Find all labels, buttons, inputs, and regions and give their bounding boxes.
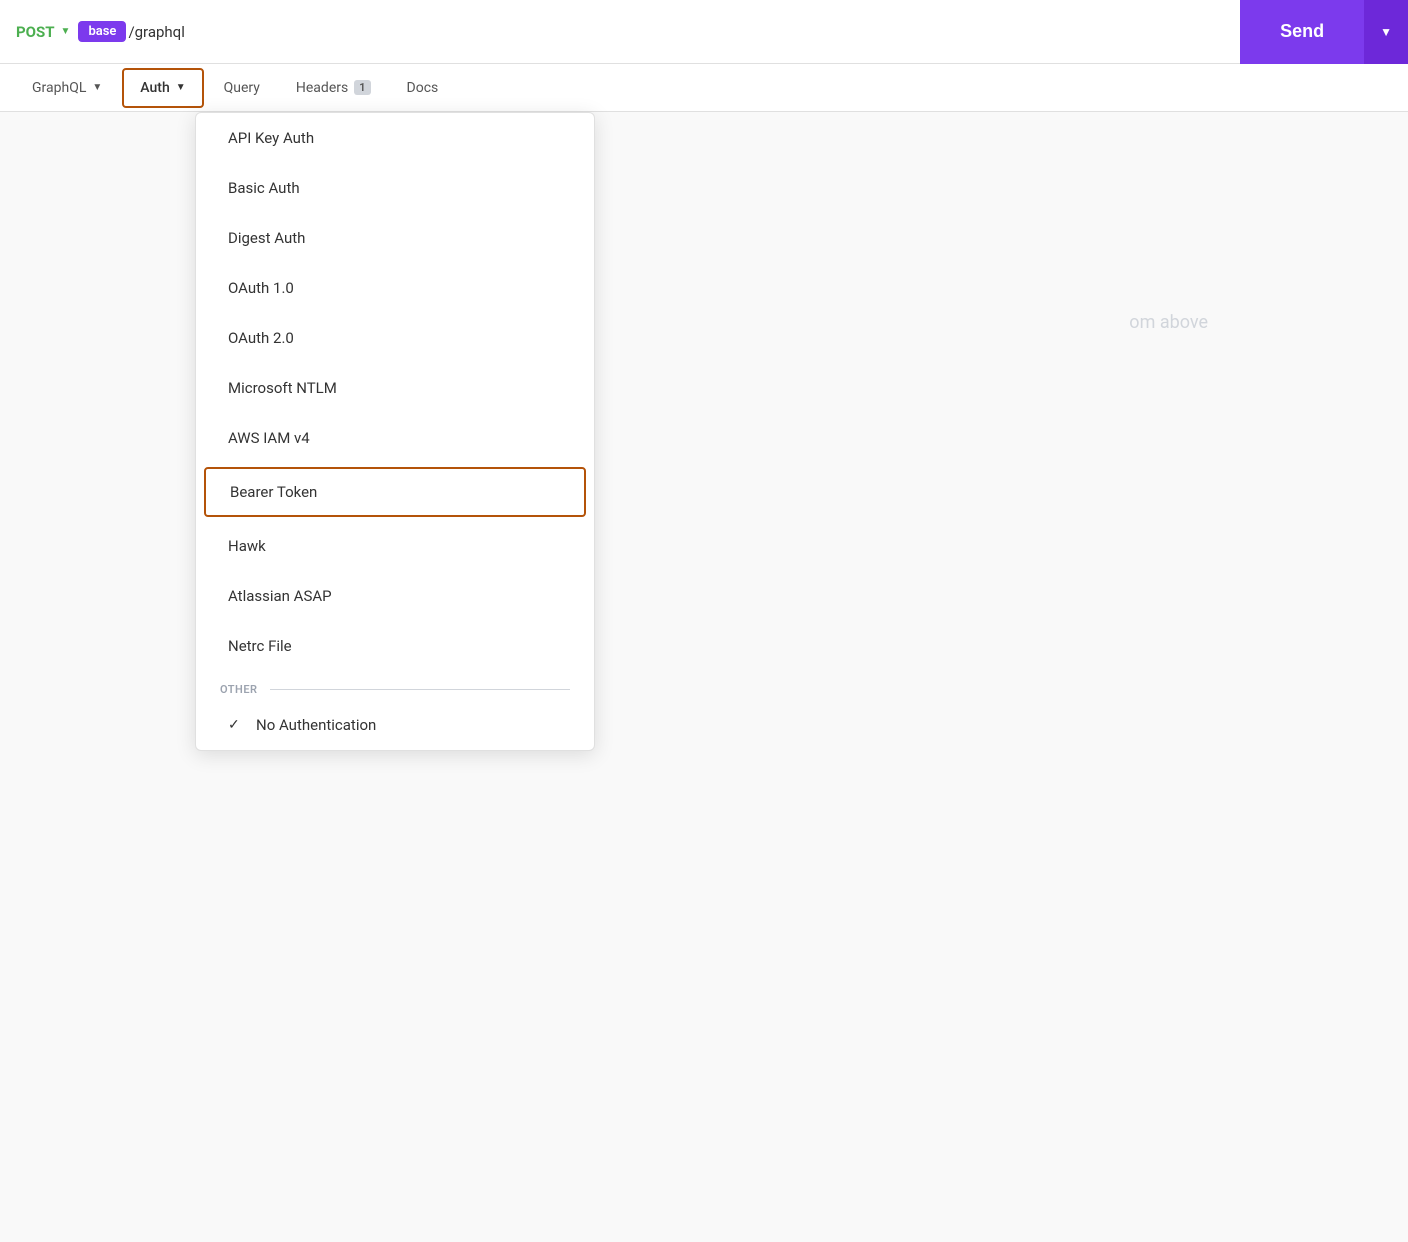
main-content: om above API Key Auth Basic Auth Digest … xyxy=(0,112,1408,1242)
oauth1-label: OAuth 1.0 xyxy=(228,279,294,297)
headers-badge: 1 xyxy=(354,80,370,95)
dropdown-item-aws[interactable]: AWS IAM v4 xyxy=(196,413,594,463)
dropdown-item-basic-auth[interactable]: Basic Auth xyxy=(196,163,594,213)
other-separator: OTHER xyxy=(196,671,594,700)
tab-auth[interactable]: Auth ▼ xyxy=(122,68,203,108)
dropdown-item-ntlm[interactable]: Microsoft NTLM xyxy=(196,363,594,413)
method-chevron-icon: ▼ xyxy=(61,26,71,37)
dropdown-item-netrc[interactable]: Netrc File xyxy=(196,621,594,671)
url-path[interactable]: /graphql xyxy=(128,23,184,41)
tab-query-label: Query xyxy=(224,80,260,96)
dropdown-item-api-key[interactable]: API Key Auth xyxy=(196,113,594,163)
dropdown-item-digest-auth[interactable]: Digest Auth xyxy=(196,213,594,263)
base-tag[interactable]: base xyxy=(78,21,126,42)
send-button[interactable]: Send xyxy=(1240,0,1364,64)
bearer-label: Bearer Token xyxy=(230,483,317,501)
tab-docs-label: Docs xyxy=(407,80,439,96)
no-auth-checkmark-icon: ✓ xyxy=(228,717,244,733)
hawk-label: Hawk xyxy=(228,537,266,555)
tab-headers-label: Headers xyxy=(296,80,348,96)
tab-graphql-label: GraphQL xyxy=(32,80,86,96)
tab-auth-label: Auth xyxy=(140,80,169,96)
oauth2-label: OAuth 2.0 xyxy=(228,329,294,347)
netrc-label: Netrc File xyxy=(228,637,292,655)
bg-hint-text: om above xyxy=(1129,312,1208,333)
tab-headers[interactable]: Headers 1 xyxy=(280,70,387,106)
tab-auth-chevron-icon: ▼ xyxy=(176,82,186,93)
tab-graphql[interactable]: GraphQL ▼ xyxy=(16,70,118,106)
dropdown-item-no-auth[interactable]: ✓ No Authentication xyxy=(196,700,594,750)
basic-auth-label: Basic Auth xyxy=(228,179,300,197)
ntlm-label: Microsoft NTLM xyxy=(228,379,337,397)
no-auth-label: No Authentication xyxy=(256,716,376,734)
tab-bar: GraphQL ▼ Auth ▼ Query Headers 1 Docs xyxy=(0,64,1408,112)
send-button-group: Send ▼ xyxy=(1240,0,1408,64)
dropdown-item-oauth1[interactable]: OAuth 1.0 xyxy=(196,263,594,313)
top-bar: POST ▼ base /graphql Send ▼ xyxy=(0,0,1408,64)
dropdown-item-atlassian[interactable]: Atlassian ASAP xyxy=(196,571,594,621)
send-dropdown-button[interactable]: ▼ xyxy=(1364,0,1408,64)
separator-line xyxy=(270,689,570,690)
dropdown-item-hawk[interactable]: Hawk xyxy=(196,521,594,571)
tab-docs[interactable]: Docs xyxy=(391,70,455,106)
method-label: POST xyxy=(16,23,55,41)
dropdown-item-oauth2[interactable]: OAuth 2.0 xyxy=(196,313,594,363)
digest-auth-label: Digest Auth xyxy=(228,229,305,247)
atlassian-label: Atlassian ASAP xyxy=(228,587,332,605)
aws-label: AWS IAM v4 xyxy=(228,429,310,447)
dropdown-item-bearer[interactable]: Bearer Token xyxy=(204,467,586,517)
method-selector[interactable]: POST ▼ xyxy=(16,23,70,41)
tab-graphql-chevron-icon: ▼ xyxy=(92,82,102,93)
other-label: OTHER xyxy=(220,683,258,696)
api-key-label: API Key Auth xyxy=(228,129,314,147)
tab-query[interactable]: Query xyxy=(208,70,276,106)
auth-dropdown-menu: API Key Auth Basic Auth Digest Auth OAut… xyxy=(195,112,595,751)
send-chevron-icon: ▼ xyxy=(1380,25,1392,39)
